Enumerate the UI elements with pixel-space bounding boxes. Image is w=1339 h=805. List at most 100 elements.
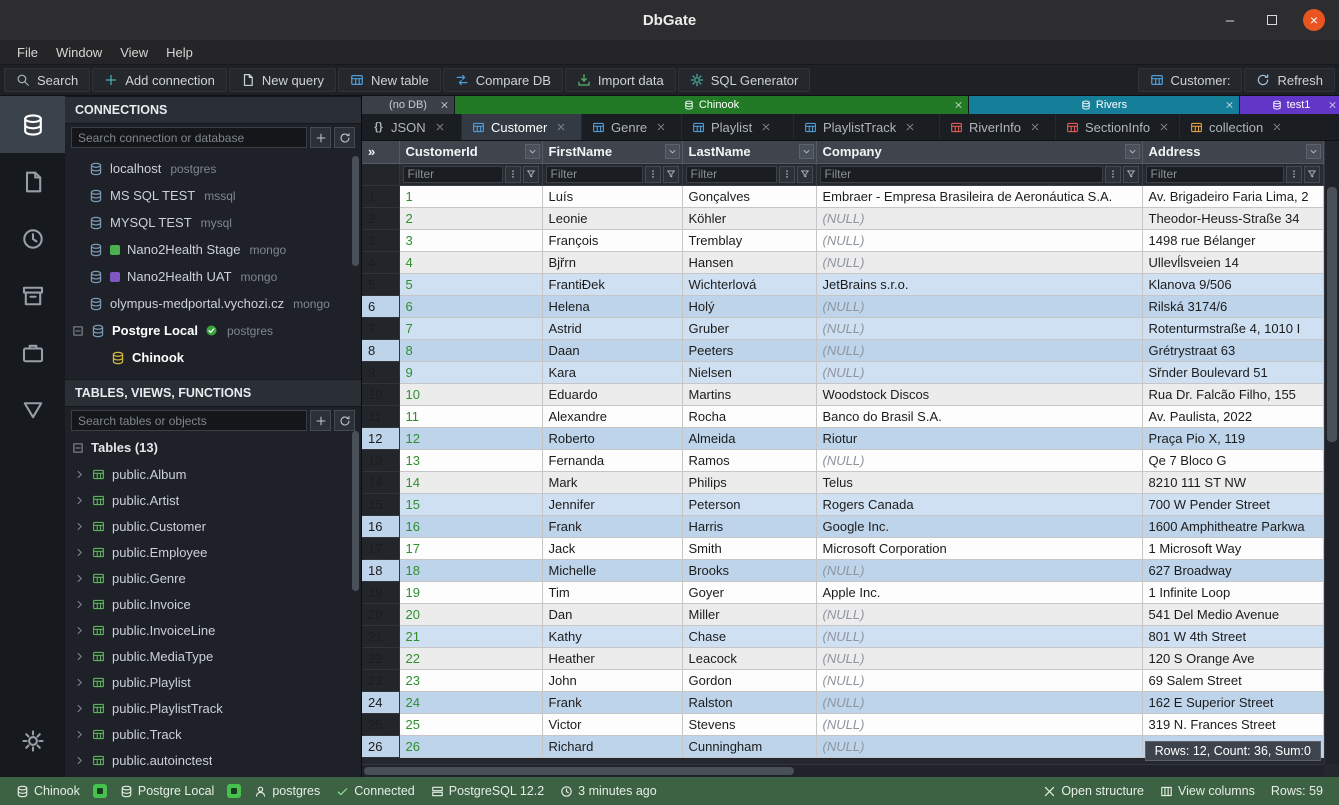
- row-number[interactable]: 14: [362, 471, 399, 493]
- tab-playlist[interactable]: Playlist: [682, 114, 794, 140]
- search-button[interactable]: Search: [4, 68, 90, 92]
- grid-cell[interactable]: Embraer - Empresa Brasileira de Aeronáut…: [816, 185, 1142, 207]
- connection-postgre-local[interactable]: Postgre Localpostgres: [65, 317, 361, 344]
- grid-cell[interactable]: Microsoft Corporation: [816, 537, 1142, 559]
- grid-cell[interactable]: 3: [399, 229, 542, 251]
- grid-cell[interactable]: 120 S Orange Ave: [1142, 647, 1323, 669]
- table-public-genre[interactable]: public.Genre: [65, 565, 361, 591]
- connection-chinook[interactable]: Chinook: [65, 344, 361, 371]
- grid-cell[interactable]: FrantiĐek: [542, 273, 682, 295]
- grid-cell[interactable]: John: [542, 669, 682, 691]
- row-number[interactable]: 11: [362, 405, 399, 427]
- activity-settings[interactable]: [0, 712, 65, 769]
- grid-cell[interactable]: (NULL): [816, 625, 1142, 647]
- grid-cell[interactable]: Apple Inc.: [816, 581, 1142, 603]
- grid-cell[interactable]: 8: [399, 339, 542, 361]
- grid-cell[interactable]: 8210 111 ST NW: [1142, 471, 1323, 493]
- filter-menu-icon[interactable]: [1105, 166, 1121, 183]
- grid-cell[interactable]: 801 W 4th Street: [1142, 625, 1323, 647]
- grid-cell[interactable]: 26: [399, 735, 542, 757]
- grid-cell[interactable]: Stevens: [682, 713, 816, 735]
- grid-cell[interactable]: Brooks: [682, 559, 816, 581]
- grid-cell[interactable]: Almeida: [682, 427, 816, 449]
- row-number[interactable]: 7: [362, 317, 399, 339]
- close-button[interactable]: ×: [1303, 9, 1325, 31]
- menu-window[interactable]: Window: [47, 43, 111, 62]
- grid-cell[interactable]: Köhler: [682, 207, 816, 229]
- grid-cell[interactable]: Leonie: [542, 207, 682, 229]
- grid-cell[interactable]: Ralston: [682, 691, 816, 713]
- connection-nano2health-uat[interactable]: Nano2Health UATmongo: [65, 263, 361, 290]
- grid-cell[interactable]: Eduardo: [542, 383, 682, 405]
- import-data-button[interactable]: Import data: [565, 68, 676, 92]
- grid-cell[interactable]: 11: [399, 405, 542, 427]
- grid-cell[interactable]: Theodor-Heuss-Straße 34: [1142, 207, 1323, 229]
- row-number[interactable]: 15: [362, 493, 399, 515]
- grid-cell[interactable]: Qe 7 Bloco G: [1142, 449, 1323, 471]
- refresh-tables-button[interactable]: [334, 410, 355, 431]
- sql-generator-button[interactable]: SQL Generator: [678, 68, 811, 92]
- maximize-button[interactable]: [1261, 9, 1283, 31]
- grid-cell[interactable]: Cunningham: [682, 735, 816, 757]
- grid-cell[interactable]: 319 N. Frances Street: [1142, 713, 1323, 735]
- grid-cell[interactable]: 13: [399, 449, 542, 471]
- close-icon[interactable]: [1225, 101, 1234, 110]
- grid-cell[interactable]: Tremblay: [682, 229, 816, 251]
- grid-cell[interactable]: Klanova 9/506: [1142, 273, 1323, 295]
- grid-cell[interactable]: Rilská 3174/6: [1142, 295, 1323, 317]
- row-number[interactable]: 21: [362, 625, 399, 647]
- row-number[interactable]: 13: [362, 449, 399, 471]
- grid-cell[interactable]: (NULL): [816, 207, 1142, 229]
- table-public-album[interactable]: public.Album: [65, 461, 361, 487]
- grid-cell[interactable]: Ullevĺlsveien 14: [1142, 251, 1323, 273]
- db-tab-chinook[interactable]: Chinook: [455, 96, 968, 114]
- grid-cell[interactable]: 17: [399, 537, 542, 559]
- grid-cell[interactable]: Rua Dr. Falcão Filho, 155: [1142, 383, 1323, 405]
- row-number[interactable]: 1: [362, 185, 399, 207]
- add-table-small-button[interactable]: [310, 410, 331, 431]
- activity-archive[interactable]: [0, 267, 65, 324]
- row-number[interactable]: 22: [362, 647, 399, 669]
- row-number[interactable]: 20: [362, 603, 399, 625]
- status-connected[interactable]: Connected: [328, 784, 422, 798]
- tab-playlisttrack[interactable]: PlaylistTrack: [794, 114, 940, 140]
- vertical-scrollbar-thumb[interactable]: [1327, 187, 1337, 442]
- grid-cell[interactable]: Frank: [542, 515, 682, 537]
- horizontal-scrollbar[interactable]: [362, 764, 1324, 777]
- connections-scrollbar[interactable]: [352, 156, 359, 266]
- grid-cell[interactable]: 16: [399, 515, 542, 537]
- grid-cell[interactable]: Kathy: [542, 625, 682, 647]
- filter-funnel-icon[interactable]: [1304, 166, 1320, 183]
- connection-localhost[interactable]: localhostpostgres: [65, 155, 361, 182]
- grid-cell[interactable]: 4: [399, 251, 542, 273]
- close-icon[interactable]: [1030, 122, 1040, 132]
- row-number[interactable]: 4: [362, 251, 399, 273]
- filter-menu-icon[interactable]: [505, 166, 521, 183]
- activity-apps[interactable]: [0, 324, 65, 381]
- grid-cell[interactable]: (NULL): [816, 449, 1142, 471]
- grid-cell[interactable]: (NULL): [816, 339, 1142, 361]
- grid-cell[interactable]: 19: [399, 581, 542, 603]
- row-number[interactable]: 18: [362, 559, 399, 581]
- close-icon[interactable]: [905, 122, 915, 132]
- grid-cell[interactable]: Richard: [542, 735, 682, 757]
- grid-cell[interactable]: Ramos: [682, 449, 816, 471]
- grid-cell[interactable]: Jennifer: [542, 493, 682, 515]
- row-number[interactable]: 17: [362, 537, 399, 559]
- filter-menu-icon[interactable]: [1286, 166, 1302, 183]
- column-header-address[interactable]: Address: [1142, 141, 1323, 163]
- grid-cell[interactable]: 14: [399, 471, 542, 493]
- status-3-minutes-ago[interactable]: 3 minutes ago: [552, 784, 665, 798]
- close-icon[interactable]: [954, 101, 963, 110]
- column-menu-chevron-icon[interactable]: [1125, 144, 1140, 159]
- grid-cell[interactable]: Bjřrn: [542, 251, 682, 273]
- status-postgre-local[interactable]: Postgre Local: [112, 784, 222, 798]
- row-number[interactable]: 5: [362, 273, 399, 295]
- column-header-firstname[interactable]: FirstName: [542, 141, 682, 163]
- grid-cell[interactable]: Sřnder Boulevard 51: [1142, 361, 1323, 383]
- grid-cell[interactable]: Rocha: [682, 405, 816, 427]
- filter-funnel-icon[interactable]: [523, 166, 539, 183]
- grid-cell[interactable]: 22: [399, 647, 542, 669]
- compare-db-button[interactable]: Compare DB: [443, 68, 563, 92]
- grid-cell[interactable]: Rotenturmstraße 4, 1010 I: [1142, 317, 1323, 339]
